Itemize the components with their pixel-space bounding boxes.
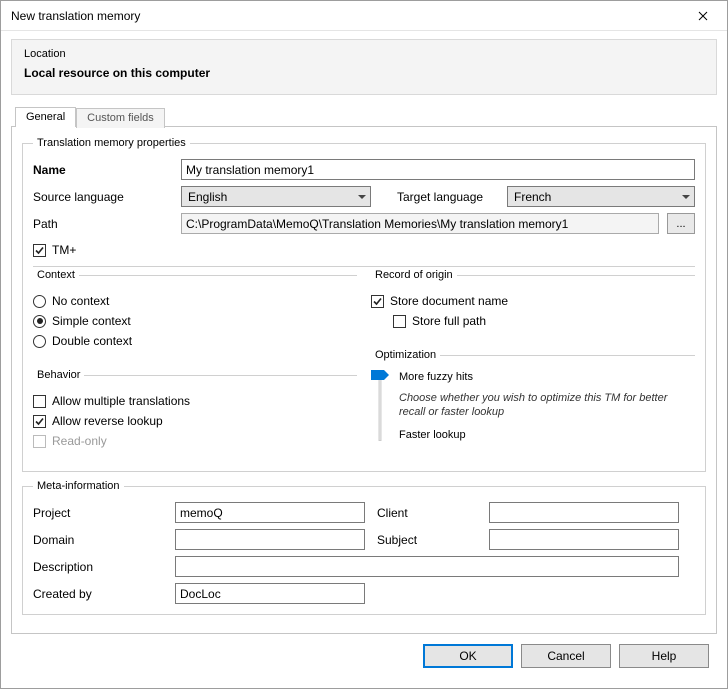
titlebar: New translation memory [1,1,727,31]
close-button[interactable] [681,2,725,30]
location-text: Local resource on this computer [24,66,704,80]
group-meta: Meta-information Project Client Domain S… [22,480,706,615]
window-title: New translation memory [11,9,140,23]
checkbox-store-doc[interactable]: Store document name [371,291,695,311]
checkbox-icon [33,435,46,448]
description-input[interactable] [175,556,679,577]
radio-simple-context-label: Simple context [52,314,131,328]
group-properties-legend: Translation memory properties [33,137,190,149]
group-meta-legend: Meta-information [33,480,124,492]
slider-track [379,371,382,441]
radio-simple-context[interactable]: Simple context [33,311,357,331]
dialog-body: Location Local resource on this computer… [1,31,727,688]
checkbox-icon [33,395,46,408]
client-input[interactable] [489,502,679,523]
chevron-down-icon [682,195,690,199]
checkbox-icon [33,244,46,257]
group-optimization-legend: Optimization [371,349,440,361]
group-record: Record of origin Store document name Sto… [371,269,695,341]
group-record-legend: Record of origin [371,269,457,281]
source-language-label: Source language [33,190,173,204]
tmplus-label: TM+ [52,243,76,257]
tab-pane-general: Translation memory properties Name Sourc… [11,126,717,634]
close-icon [698,11,708,21]
right-column: Record of origin Store document name Sto… [371,269,695,461]
group-optimization: Optimization More fuzzy hits [371,349,695,451]
source-language-value: English [188,190,227,204]
name-label: Name [33,163,173,177]
domain-input[interactable] [175,529,365,550]
name-input[interactable] [181,159,695,180]
slider-mid-hint: Choose whether you wish to optimize this… [399,388,695,424]
tmplus-checkbox[interactable]: TM+ [33,240,76,260]
createdby-label: Created by [33,587,163,601]
radio-double-context-label: Double context [52,334,132,348]
client-label: Client [377,506,477,520]
checkbox-store-full-path[interactable]: Store full path [371,311,695,331]
radio-icon [33,335,46,348]
radio-icon [33,295,46,308]
subject-input[interactable] [489,529,679,550]
dialog-window: New translation memory Location Local re… [0,0,728,689]
slider-thumb-icon [371,369,389,379]
tab-custom-fields[interactable]: Custom fields [76,108,165,128]
checkbox-allow-multiple[interactable]: Allow multiple translations [33,391,357,411]
radio-no-context-label: No context [52,294,109,308]
path-label: Path [33,217,173,231]
domain-label: Domain [33,533,163,547]
group-context: Context No context Simple context [33,269,357,361]
radio-icon [33,315,46,328]
target-language-label: Target language [379,190,499,204]
radio-no-context[interactable]: No context [33,291,357,311]
group-context-legend: Context [33,269,79,281]
dialog-footer: OK Cancel Help [11,634,717,678]
checkbox-icon [393,315,406,328]
location-panel: Location Local resource on this computer [11,39,717,95]
path-value: C:\ProgramData\MemoQ\Translation Memorie… [181,213,659,234]
checkbox-allow-multiple-label: Allow multiple translations [52,394,190,408]
checkbox-readonly-label: Read-only [52,434,107,448]
tab-general[interactable]: General [15,107,76,127]
slider-bottom-label: Faster lookup [399,429,695,441]
optimization-slider[interactable] [371,371,389,441]
target-language-select[interactable]: French [507,186,695,207]
checkbox-store-full-path-label: Store full path [412,314,486,328]
checkbox-readonly: Read-only [33,431,357,451]
browse-button[interactable]: ... [667,213,695,234]
slider-labels: More fuzzy hits Choose whether you wish … [399,371,695,441]
group-behavior-legend: Behavior [33,369,84,381]
source-language-select[interactable]: English [181,186,371,207]
help-button[interactable]: Help [619,644,709,668]
group-behavior: Behavior Allow multiple translations All… [33,369,357,461]
tab-strip: General Custom fields [11,107,717,127]
group-properties: Translation memory properties Name Sourc… [22,137,706,472]
checkbox-allow-reverse-label: Allow reverse lookup [52,414,163,428]
project-label: Project [33,506,163,520]
checkbox-icon [371,295,384,308]
left-column: Context No context Simple context [33,269,357,461]
checkbox-icon [33,415,46,428]
checkbox-store-doc-label: Store document name [390,294,508,308]
radio-double-context[interactable]: Double context [33,331,357,351]
ok-button[interactable]: OK [423,644,513,668]
checkbox-allow-reverse[interactable]: Allow reverse lookup [33,411,357,431]
description-label: Description [33,560,163,574]
target-language-value: French [514,190,551,204]
project-input[interactable] [175,502,365,523]
divider [33,266,695,267]
slider-top-label: More fuzzy hits [399,371,695,383]
subject-label: Subject [377,533,477,547]
cancel-button[interactable]: Cancel [521,644,611,668]
chevron-down-icon [358,195,366,199]
middle-columns: Context No context Simple context [33,269,695,461]
location-heading: Location [24,48,704,60]
createdby-input[interactable] [175,583,365,604]
